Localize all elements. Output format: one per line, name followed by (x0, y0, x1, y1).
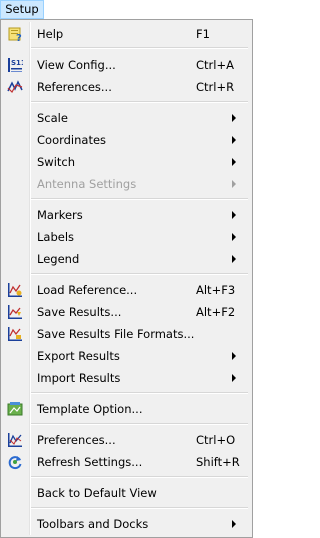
menu-item-refresh-settings[interactable]: Refresh Settings... Shift+R (3, 451, 250, 473)
menu-item-save-results[interactable]: Save Results... Alt+F2 (3, 301, 250, 323)
menu-item-preferences[interactable]: Preferences... Ctrl+O (3, 429, 250, 451)
menu-item-labels[interactable]: Labels (3, 226, 250, 248)
preferences-icon (7, 432, 23, 448)
menu-item-label: Save Results... (37, 305, 122, 319)
menu-separator (31, 101, 248, 103)
menu-item-label: Preferences... (37, 433, 116, 447)
menu-item-import-results[interactable]: Import Results (3, 367, 250, 389)
submenu-arrow-icon (232, 352, 236, 360)
submenu-arrow-icon (232, 255, 236, 263)
menu-item-label: Switch (37, 155, 76, 169)
svg-text:S11: S11 (11, 59, 23, 67)
menu-item-label: Refresh Settings... (37, 455, 143, 469)
chart-save-icon (7, 304, 23, 320)
svg-text:?: ? (16, 33, 22, 42)
submenu-arrow-icon (232, 211, 236, 219)
menu-item-references[interactable]: References... Ctrl+R (3, 76, 250, 98)
menu-separator (31, 198, 248, 200)
submenu-arrow-icon (232, 136, 236, 144)
menu-separator (31, 476, 248, 478)
setup-menu-tab[interactable]: Setup (0, 0, 44, 19)
menu-separator (31, 392, 248, 394)
submenu-arrow-icon (232, 520, 236, 528)
refresh-icon (7, 454, 23, 470)
template-icon (7, 401, 23, 417)
menu-separator (31, 273, 248, 275)
menu-item-export-results[interactable]: Export Results (3, 345, 250, 367)
menu-item-label: Back to Default View (37, 486, 157, 500)
menu-item-help[interactable]: ? Help F1 (3, 23, 250, 45)
menu-item-label: Import Results (37, 371, 121, 385)
menu-separator (31, 507, 248, 509)
help-icon: ? (7, 26, 23, 42)
submenu-arrow-icon (232, 114, 236, 122)
menu-item-shortcut: Ctrl+R (196, 80, 235, 94)
menu-item-label: References... (37, 80, 112, 94)
menu-item-view-config[interactable]: S11 View Config... Ctrl+A (3, 54, 250, 76)
menu-item-label: Antenna Settings (37, 177, 137, 191)
menu-item-load-reference[interactable]: Load Reference... Alt+F3 (3, 279, 250, 301)
menu-item-label: View Config... (37, 58, 116, 72)
menu-item-label: Scale (37, 111, 68, 125)
menu-item-shortcut: Shift+R (196, 455, 240, 469)
menu-item-label: Save Results File Formats... (37, 327, 195, 341)
menu-item-switch[interactable]: Switch (3, 151, 250, 173)
menu-item-shortcut: F1 (196, 27, 210, 41)
menu-item-label: Markers (37, 208, 83, 222)
setup-dropdown-menu: ? Help F1 S11 View Config... Ctrl+A Refe… (0, 19, 253, 538)
menu-item-label: Legend (37, 252, 80, 266)
submenu-arrow-icon (232, 374, 236, 382)
menu-item-scale[interactable]: Scale (3, 107, 250, 129)
submenu-arrow-icon (232, 158, 236, 166)
menu-item-shortcut: Ctrl+O (196, 433, 236, 447)
menu-item-coordinates[interactable]: Coordinates (3, 129, 250, 151)
menu-item-back-to-default-view[interactable]: Back to Default View (3, 482, 250, 504)
references-icon (7, 79, 23, 95)
menu-item-template-option[interactable]: Template Option... (3, 398, 250, 420)
chart-formats-icon (7, 326, 23, 342)
menu-item-save-results-file-formats[interactable]: Save Results File Formats... (3, 323, 250, 345)
chart-load-icon (7, 282, 23, 298)
menu-bar: Setup (0, 0, 253, 19)
menu-item-legend[interactable]: Legend (3, 248, 250, 270)
s11-config-icon: S11 (7, 57, 23, 73)
submenu-arrow-icon (232, 233, 236, 241)
menu-item-label: Load Reference... (37, 283, 138, 297)
menu-item-toolbars-and-docks[interactable]: Toolbars and Docks (3, 513, 250, 535)
menu-item-shortcut: Alt+F2 (196, 305, 236, 319)
menu-item-label: Labels (37, 230, 75, 244)
menu-item-label: Toolbars and Docks (37, 517, 149, 531)
menu-separator (31, 423, 248, 425)
menu-item-markers[interactable]: Markers (3, 204, 250, 226)
menu-item-label: Export Results (37, 349, 120, 363)
menu-item-shortcut: Alt+F3 (196, 283, 236, 297)
menu-item-label: Template Option... (37, 402, 143, 416)
menu-separator (31, 47, 248, 49)
menu-item-label: Coordinates (37, 133, 107, 147)
menu-item-label: Help (37, 27, 64, 41)
menu-item-antenna-settings: Antenna Settings (3, 173, 250, 195)
menu-item-shortcut: Ctrl+A (196, 58, 234, 72)
submenu-arrow-icon (232, 180, 236, 188)
